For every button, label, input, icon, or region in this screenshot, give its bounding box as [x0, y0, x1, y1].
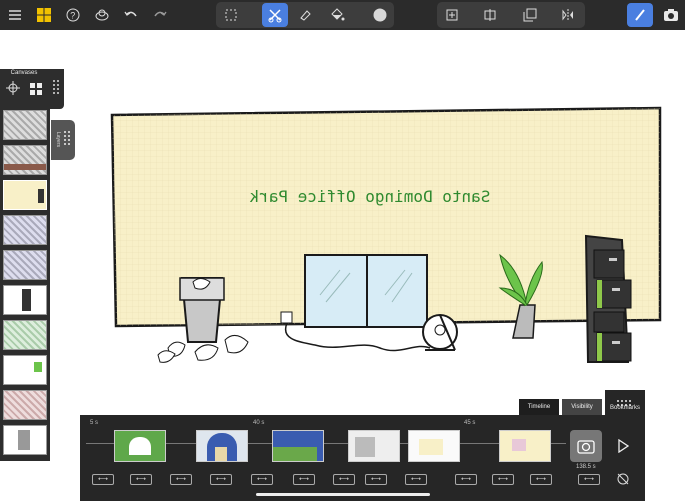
camera-icon[interactable]	[660, 4, 682, 26]
drag-handle-icon[interactable]	[52, 79, 60, 102]
timeline-frame[interactable]	[348, 430, 400, 462]
fan-shape	[422, 314, 458, 351]
transition-button[interactable]: ⟷	[130, 474, 152, 485]
canvases-title: Canvases	[10, 70, 38, 76]
tab-bookmarks[interactable]: Bookmarks	[605, 390, 645, 415]
redo-icon[interactable]	[149, 4, 171, 26]
drawing-canvas[interactable]: Santo Domingo Office Park	[0, 30, 685, 415]
canvas-thumbnail[interactable]	[3, 110, 47, 140]
home-indicator	[256, 493, 430, 496]
canvas-thumbnail[interactable]	[3, 390, 47, 420]
pencil-mode-icon[interactable]	[627, 3, 653, 27]
outlet-shape	[280, 311, 293, 324]
canvas-thumbnail[interactable]	[3, 145, 47, 175]
transition-button[interactable]: ⟷	[333, 474, 355, 485]
filing-cabinet-shape	[584, 234, 632, 363]
transition-button[interactable]: ⟷	[210, 474, 232, 485]
loop-off-icon[interactable]	[616, 472, 630, 491]
transform-tools-group	[437, 2, 585, 28]
fill-bucket-icon[interactable]	[326, 4, 348, 26]
transition-button[interactable]: ⟷	[170, 474, 192, 485]
split-icon[interactable]	[479, 4, 501, 26]
ruler-label: 40 s	[253, 420, 265, 426]
color-picker-icon[interactable]	[369, 4, 391, 26]
duplicate-icon[interactable]	[519, 4, 541, 26]
layers-tab[interactable]: Layers	[51, 120, 75, 160]
timeline-frame[interactable]	[114, 430, 166, 462]
transition-button[interactable]: ⟷	[251, 474, 273, 485]
transition-button[interactable]: ⟷	[365, 474, 387, 485]
transition-button[interactable]: ⟷	[293, 474, 315, 485]
timeline-frame[interactable]	[408, 430, 460, 462]
hamburger-icon[interactable]	[4, 4, 26, 26]
lasso-cut-icon[interactable]	[262, 3, 288, 27]
capture-frame-button[interactable]	[570, 430, 602, 462]
play-icon[interactable]	[617, 438, 630, 458]
timeline-frame[interactable]	[196, 430, 248, 462]
svg-text:?: ?	[70, 10, 75, 20]
eraser-icon[interactable]	[294, 4, 316, 26]
crosshair-icon[interactable]	[6, 81, 20, 100]
canvas-thumbnail[interactable]	[3, 250, 47, 280]
end-time-label: 138.5 s	[576, 464, 596, 470]
ruler-label: 45 s	[464, 420, 476, 426]
timeline-frame[interactable]	[499, 430, 551, 462]
transition-button[interactable]: ⟷	[405, 474, 427, 485]
window-shape	[304, 254, 428, 328]
layers-tab-label: Layers	[55, 132, 61, 148]
tab-timeline[interactable]: Timeline	[519, 399, 559, 415]
transition-button[interactable]: ⟷	[578, 474, 600, 485]
canvas-thumbnail[interactable]	[3, 285, 47, 315]
undo-icon[interactable]	[120, 4, 142, 26]
drag-handle-icon[interactable]	[63, 130, 71, 153]
tab-visibility[interactable]: Visibility	[562, 399, 602, 415]
tab-bookmarks-label: Bookmarks	[609, 405, 640, 411]
help-icon[interactable]: ?	[62, 4, 84, 26]
transition-button[interactable]: ⟷	[492, 474, 514, 485]
canvas-thumbnail-list	[0, 109, 50, 461]
onion-skin-icon[interactable]	[91, 4, 113, 26]
transition-button[interactable]: ⟷	[92, 474, 114, 485]
canvas-thumbnail[interactable]	[3, 320, 47, 350]
add-frame-icon[interactable]	[441, 4, 463, 26]
top-toolbar: ?	[0, 0, 685, 30]
flip-icon[interactable]	[557, 4, 579, 26]
sign-text: Santo Domingo Office Park	[249, 187, 490, 206]
canvas-thumbnail[interactable]	[3, 215, 47, 245]
canvas-thumbnail[interactable]	[3, 180, 47, 210]
marquee-select-icon[interactable]	[220, 4, 242, 26]
transition-button[interactable]: ⟷	[530, 474, 552, 485]
canvas-thumbnail[interactable]	[3, 425, 47, 455]
ruler-label: 5 s	[90, 420, 99, 426]
drawing-tools-group	[216, 2, 394, 28]
timeline-frame[interactable]	[272, 430, 324, 462]
app-logo-icon[interactable]	[33, 4, 55, 26]
grid-view-icon[interactable]	[30, 82, 42, 100]
canvas-thumbnail[interactable]	[3, 355, 47, 385]
camera-icon	[577, 438, 595, 459]
transition-button[interactable]: ⟷	[455, 474, 477, 485]
